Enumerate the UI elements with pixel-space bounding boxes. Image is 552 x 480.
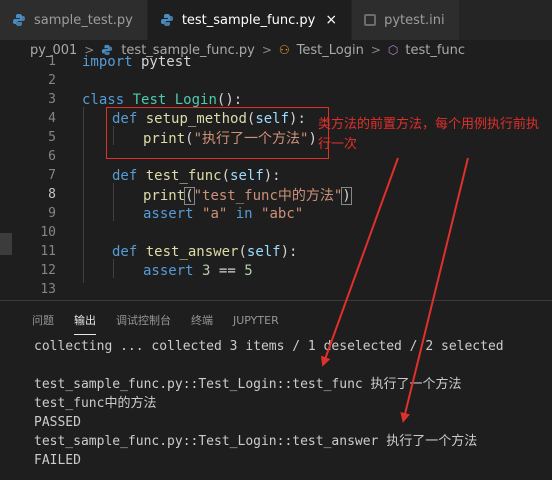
code-line-current: 8 print("test_func中的方法") xyxy=(0,185,552,205)
line-number: 7 xyxy=(48,168,56,183)
param-token: self xyxy=(230,167,264,184)
code-line: 11 def test_answer(self): xyxy=(0,242,552,261)
number-token: 5 xyxy=(244,262,253,279)
code-line: 2 xyxy=(0,71,552,90)
string-token: "a" xyxy=(202,205,228,222)
output-line: collecting ... collected 3 items / 1 des… xyxy=(34,339,504,354)
tab-label: pytest.ini xyxy=(384,12,445,28)
tab-output[interactable]: 输出 xyxy=(74,304,96,335)
operator-token: == xyxy=(218,262,236,279)
bracket-match-token: ) xyxy=(341,186,352,205)
tab-test-sample-func[interactable]: test_sample_func.py × xyxy=(147,0,353,40)
keyword-token: def xyxy=(112,167,138,184)
output-line: test_func中的方法 xyxy=(34,396,157,411)
string-token: "abc" xyxy=(261,205,304,222)
keyword-token: class xyxy=(82,91,125,108)
tab-problems[interactable]: 问题 xyxy=(32,304,54,334)
activity-bar-marker xyxy=(0,233,12,255)
python-file-icon xyxy=(13,14,25,26)
tab-debug-console[interactable]: 调试控制台 xyxy=(116,304,171,334)
line-number: 6 xyxy=(48,149,56,164)
line-number: 4 xyxy=(48,111,56,126)
code-line: 13 xyxy=(0,280,552,299)
editor-tab-bar: sample_test.py test_sample_func.py × pyt… xyxy=(0,0,552,40)
keyword-token: in xyxy=(235,205,253,222)
line-number: 1 xyxy=(48,54,56,69)
code-token: ( xyxy=(221,167,231,184)
code-token: (): xyxy=(216,91,243,108)
line-number: 3 xyxy=(48,92,56,107)
class-name-token: Test_Login xyxy=(132,91,217,108)
code-token: ( xyxy=(238,243,247,260)
code-token: ): xyxy=(263,167,281,184)
output-panel[interactable]: collecting ... collected 3 items / 1 des… xyxy=(0,337,552,480)
tab-pytest-ini[interactable]: pytest.ini xyxy=(352,0,460,40)
code-line: 12 assert 3 == 5 xyxy=(0,261,552,280)
function-name-token: test_func xyxy=(145,167,222,184)
line-number: 8 xyxy=(48,187,56,202)
code-line: 1 import pytest xyxy=(0,52,552,71)
line-number: 12 xyxy=(40,263,56,278)
number-token: 3 xyxy=(202,262,211,279)
line-number: 9 xyxy=(48,206,56,221)
keyword-token: assert xyxy=(143,262,194,279)
code-token: pytest xyxy=(132,53,192,70)
line-number: 13 xyxy=(40,282,56,297)
param-token: self xyxy=(246,243,281,260)
output-line: test_sample_func.py::Test_Login::test_an… xyxy=(34,434,478,449)
keyword-token: def xyxy=(112,243,138,260)
code-line: 9 assert "a" in "abc" xyxy=(0,204,552,223)
string-token: "test_func中的方法" xyxy=(193,187,343,204)
tab-label: sample_test.py xyxy=(34,12,133,28)
panel-tab-bar: 问题 输出 调试控制台 终端 JUPYTER xyxy=(0,301,552,337)
tab-sample-test[interactable]: sample_test.py xyxy=(0,0,148,40)
keyword-token: import xyxy=(82,53,133,70)
annotation-text: 类方法的前置方法，每个用例执行前执行一次 xyxy=(318,117,540,152)
bracket-match-token: ( xyxy=(184,186,195,205)
line-number: 5 xyxy=(48,130,56,145)
tab-terminal[interactable]: 终端 xyxy=(191,304,213,334)
keyword-token: assert xyxy=(143,205,194,222)
function-name-token: print xyxy=(143,187,186,204)
code-line: 10 xyxy=(0,223,552,242)
function-name-token: test_answer xyxy=(145,243,239,260)
close-tab-icon[interactable]: × xyxy=(325,12,337,28)
tab-label: test_sample_func.py xyxy=(181,12,316,28)
output-line: test_sample_func.py::Test_Login::test_fu… xyxy=(34,377,462,392)
code-line: 7 def test_func(self): xyxy=(0,166,552,185)
line-number: 2 xyxy=(48,73,56,88)
code-editor[interactable]: 1 import pytest 2 3 class Test_Login(): … xyxy=(0,52,552,300)
python-file-icon xyxy=(160,14,173,26)
output-line: FAILED xyxy=(34,453,81,468)
output-line: PASSED xyxy=(34,415,81,430)
annotation-box xyxy=(106,107,329,159)
code-token: ): xyxy=(280,243,298,260)
tab-jupyter[interactable]: JUPYTER xyxy=(233,306,279,333)
settings-file-icon xyxy=(364,14,377,26)
